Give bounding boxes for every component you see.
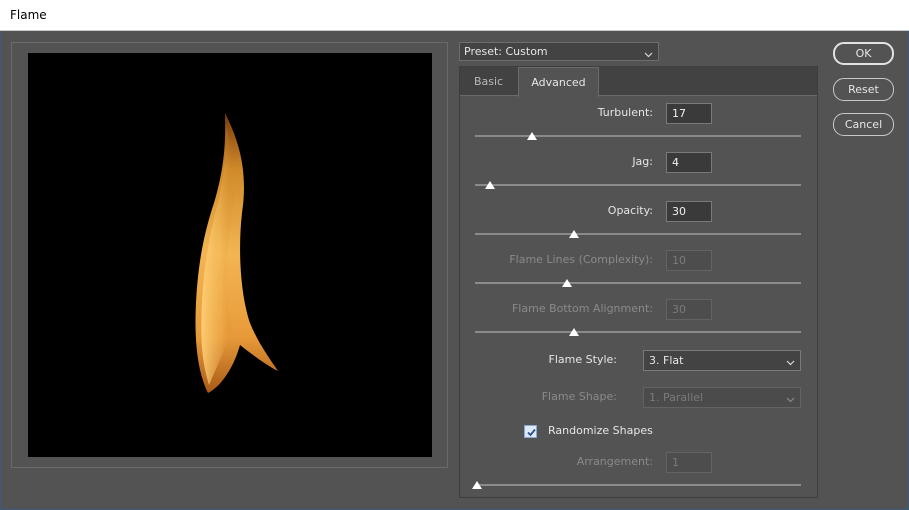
flame-shape-label: Flame Shape:: [541, 390, 617, 403]
opacity-slider-thumb[interactable]: [568, 230, 579, 238]
flame-lines-label: Flame Lines (Complexity):: [509, 253, 653, 266]
chevron-down-icon: [644, 47, 653, 64]
randomize-shapes-label[interactable]: Randomize Shapes: [548, 424, 653, 437]
opacity-label: Opacity:: [607, 204, 653, 217]
opacity-input[interactable]: 30: [666, 201, 712, 222]
flame-style-value: 3. Flat: [649, 354, 684, 367]
flame-preview: [28, 53, 432, 457]
flame-bottom-alignment-label: Flame Bottom Alignment:: [511, 302, 653, 315]
arrangement-input: 1: [666, 452, 712, 473]
ok-button[interactable]: OK: [833, 42, 894, 65]
title-bar: Flame: [0, 0, 909, 31]
jag-slider-thumb[interactable]: [484, 181, 495, 189]
arrangement-label: Arrangement:: [576, 455, 653, 468]
flame-shape-dropdown: 1. Parallel: [643, 387, 801, 408]
tab-basic[interactable]: Basic: [460, 67, 517, 96]
chevron-down-icon: [786, 354, 795, 373]
chevron-down-icon: [786, 391, 795, 410]
flame-bottom-alignment-slider-track: [475, 331, 801, 333]
opacity-slider-track[interactable]: [475, 233, 801, 235]
jag-slider-track[interactable]: [475, 184, 801, 186]
tab-strip: Basic Advanced: [460, 67, 817, 97]
arrangement-slider-thumb[interactable]: [472, 481, 482, 489]
flame-image: [195, 113, 278, 393]
flame-lines-slider-thumb: [562, 279, 573, 287]
preset-dropdown[interactable]: Preset: Custom: [459, 42, 659, 61]
jag-input[interactable]: 4: [666, 152, 712, 173]
flame-bottom-alignment-slider-thumb: [568, 328, 579, 336]
flame-lines-slider-track: [475, 282, 801, 284]
checkmark-icon: [527, 428, 536, 437]
reset-button[interactable]: Reset: [833, 78, 894, 101]
cancel-button[interactable]: Cancel: [833, 113, 894, 136]
window-title: Flame: [10, 8, 47, 22]
flame-lines-input: 10: [666, 250, 712, 271]
arrangement-slider-track[interactable]: [475, 484, 801, 486]
jag-label: Jag:: [632, 155, 653, 168]
flame-style-dropdown[interactable]: 3. Flat: [643, 350, 801, 371]
randomize-shapes-checkbox[interactable]: [524, 425, 537, 438]
turbulent-label: Turbulent:: [597, 106, 653, 119]
turbulent-slider-track[interactable]: [475, 135, 801, 137]
turbulent-slider-thumb[interactable]: [526, 132, 537, 140]
flame-shape-value: 1. Parallel: [649, 391, 704, 404]
turbulent-input[interactable]: 17: [666, 103, 712, 124]
flame-bottom-alignment-input: 30: [666, 299, 712, 320]
flame-style-label: Flame Style:: [548, 353, 617, 366]
tab-advanced[interactable]: Advanced: [518, 67, 599, 97]
preset-label: Preset: Custom: [464, 45, 548, 58]
